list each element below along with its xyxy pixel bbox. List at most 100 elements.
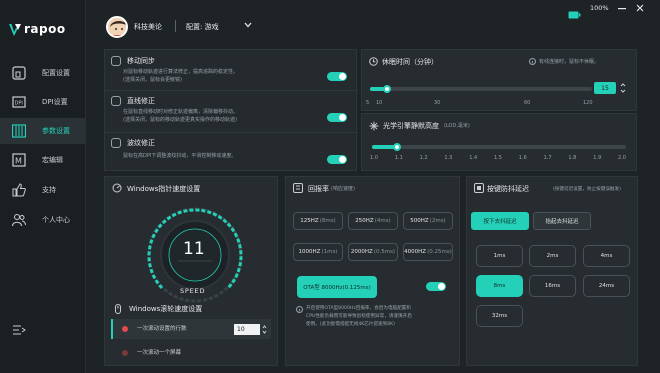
line-correction-icon (111, 96, 121, 106)
divider (105, 132, 358, 133)
minimize-icon[interactable] (618, 8, 626, 10)
rate-option-ota-8000[interactable]: OTA型 8000Hz(0.125ms) (297, 276, 377, 298)
sleep-slider-handle[interactable] (383, 85, 391, 93)
svg-text:M: M (15, 157, 22, 166)
thumb-up-icon (12, 183, 26, 197)
sidebar: rapoo 配置设置 DPI DPI设置 参数设置 M 宏编辑 支持 个人中心 (0, 0, 86, 373)
sleep-time-panel: 休眠时间（分钟） 有线连接时，鼠标不休眠。 15 5 10 30 60 120 (361, 49, 637, 111)
sidebar-item-label: 宏编辑 (42, 156, 63, 164)
sidebar-item-params[interactable]: 参数设置 (0, 118, 86, 144)
scroll-speed-title: Windows滚轮速度设置 (129, 305, 203, 313)
lod-tick: 1.0 (370, 155, 378, 161)
ota-toggle[interactable] (426, 282, 446, 291)
sleep-slider-track[interactable] (370, 87, 592, 91)
params-icon (12, 124, 26, 138)
rate-option-1000[interactable]: 1000HZ (1ms) (293, 243, 343, 261)
sidebar-item-label: 支持 (42, 186, 56, 194)
battery-indicator (568, 4, 581, 23)
sleep-tick: 30 (434, 100, 441, 106)
debounce-option-2ms[interactable]: 2ms (529, 245, 576, 267)
rate-option-500[interactable]: 500HZ (2ms) (403, 212, 453, 230)
motion-sync-title: 移动同步 (127, 57, 155, 65)
sidebar-item-support[interactable]: 支持 (0, 177, 86, 203)
avatar-face-icon (108, 18, 126, 36)
line-correction-note: (选择关闭，鼠标的移动轨迹更真实操作的移动轨迹) (123, 117, 237, 123)
ripple-correction-toggle[interactable] (327, 155, 347, 164)
sidebar-item-config[interactable]: 配置设置 (0, 60, 86, 86)
rate-sub: (8ms) (319, 218, 336, 224)
sleep-tick: 10 (376, 100, 383, 106)
lod-tick: 1.8 (568, 155, 577, 161)
lod-title: 光学引擎静默高度 (383, 122, 439, 130)
debounce-option-8ms[interactable]: 8ms (476, 275, 523, 297)
motion-sync-note: (选择关闭，鼠标会更敏锐) (123, 77, 182, 83)
scroll-lines-label: 一次滚动设置的行数 (137, 326, 187, 332)
close-icon[interactable] (636, 4, 644, 12)
rate-option-250[interactable]: 250HZ (4ms) (348, 212, 398, 230)
speed-label: SPEED (180, 287, 206, 295)
pointer-speed-panel: Windows指针速度设置 11 SPEED Windows滚轮速度设置 一次滚… (104, 176, 278, 366)
radio-unselected[interactable] (122, 350, 128, 356)
report-rate-icon (293, 183, 303, 193)
rate-label: 250HZ (355, 218, 374, 224)
report-rate-subtitle: (响应速度) (331, 186, 355, 192)
sidebar-item-macro[interactable]: M 宏编辑 (0, 147, 86, 173)
sidebar-item-user[interactable]: 个人中心 (0, 207, 86, 233)
config-icon (12, 66, 26, 80)
stepper-arrows-icon[interactable] (620, 82, 626, 94)
report-rate-title: 回报率 (308, 185, 329, 193)
rate-label: 2000HZ (350, 249, 373, 255)
sleep-tick: 60 (524, 100, 531, 106)
lod-unit: (LOD,毫米) (444, 123, 470, 129)
sleep-value-input[interactable]: 15 (594, 82, 616, 94)
tab-press-debounce[interactable]: 按下去抖延迟 (471, 212, 529, 230)
radio-selected[interactable] (122, 326, 128, 332)
rate-label: 1000HZ (298, 249, 321, 255)
sidebar-item-label: 参数设置 (42, 127, 70, 135)
motion-sync-toggle[interactable] (327, 72, 347, 81)
app-window: rapoo 配置设置 DPI DPI设置 参数设置 M 宏编辑 支持 个人中心 (0, 0, 660, 373)
rate-label: 500HZ (410, 218, 429, 224)
rate-option-4000[interactable]: 4000HZ (0.25ms) (403, 243, 453, 261)
lod-tick: 1.6 (518, 155, 527, 161)
line-correction-toggle[interactable] (327, 113, 347, 122)
avatar[interactable] (106, 16, 128, 38)
rate-sub: (2ms) (429, 218, 446, 224)
lod-tick: 1.7 (543, 155, 552, 161)
tab-release-debounce[interactable]: 抬起去抖延迟 (533, 212, 591, 230)
ota-note-line3: 使用。(此功能需搭配无线4K芯片搭速到8K) (306, 322, 395, 327)
debounce-option-1ms[interactable]: 1ms (476, 245, 523, 267)
speed-value: 11 (183, 239, 205, 259)
scroll-lines-input[interactable]: 10 (234, 324, 260, 335)
lod-tick: 1.2 (419, 155, 428, 161)
user-icon (12, 214, 26, 227)
collapse-menu-icon[interactable] (12, 324, 26, 336)
stepper-arrows-icon[interactable] (262, 324, 267, 335)
debounce-panel: 按键防抖延迟 (按键延迟设置，防止按键误触发) 按下去抖延迟 抬起去抖延迟 1m… (466, 176, 638, 366)
debounce-option-4ms[interactable]: 4ms (583, 245, 630, 267)
debounce-option-32ms[interactable]: 32ms (476, 305, 523, 327)
debounce-title: 按键防抖延迟 (487, 185, 529, 193)
rate-option-2000[interactable]: 2000HZ (0.5ms) (348, 243, 398, 261)
svg-text:DPI: DPI (15, 101, 23, 107)
debounce-option-16ms[interactable]: 16ms (529, 275, 576, 297)
lod-slider-track[interactable] (372, 145, 626, 149)
sleep-tick: 120 (583, 100, 593, 106)
lod-tick: 1.4 (469, 155, 478, 161)
config-selector[interactable]: 配置: 游戏 (186, 22, 219, 32)
debounce-option-24ms[interactable]: 24ms (583, 275, 630, 297)
lod-tick: 1.1 (394, 155, 403, 161)
sidebar-item-dpi[interactable]: DPI DPI设置 (0, 89, 86, 115)
lod-tick: 1.5 (494, 155, 502, 161)
lod-panel: 光学引擎静默高度 (LOD,毫米) 1.0 1.1 1.2 1.3 1.4 1.5 1.6 1… (361, 113, 637, 171)
debounce-icon (474, 183, 484, 193)
ripple-correction-desc: 鼠标在高DPI下调整波纹抖动，平滑控制移动速度。 (123, 153, 237, 159)
rate-option-125[interactable]: 125HZ (8ms) (293, 212, 343, 230)
chevron-down-icon[interactable] (244, 22, 252, 28)
user-name: 科技美论 (134, 23, 162, 31)
lod-tick: 1.9 (593, 155, 602, 161)
lod-slider-handle[interactable] (393, 143, 401, 151)
ripple-correction-icon (111, 138, 121, 148)
brand-name: rapoo (24, 22, 66, 36)
header-divider (175, 20, 176, 32)
